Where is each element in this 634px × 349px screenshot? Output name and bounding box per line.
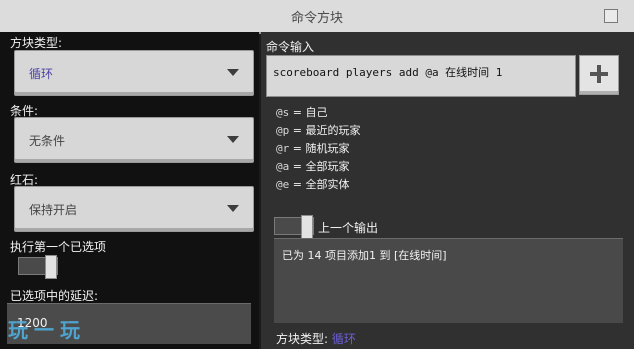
redstone-dropdown[interactable]: 保持开启: [14, 186, 254, 232]
selector-code: @a: [276, 160, 290, 173]
chevron-down-icon: [227, 136, 239, 143]
previous-output-text: 已为 14 项目添加1 到 [在线时间]: [282, 249, 447, 262]
add-button[interactable]: [579, 55, 619, 95]
execute-first-label: 执行第一个已选项: [10, 240, 107, 254]
selector-desc: 最近的玩家: [305, 124, 361, 137]
selector-sep: =: [289, 178, 306, 191]
chevron-down-icon: [227, 205, 239, 212]
close-button[interactable]: [604, 9, 618, 23]
condition-dropdown[interactable]: 无条件: [14, 117, 254, 163]
chevron-down-icon: [227, 69, 239, 76]
selector-desc: 全部实体: [305, 178, 350, 191]
selector-code: @s: [276, 106, 290, 119]
command-input-label: 命令输入: [266, 40, 315, 54]
selector-item: @s = 自己: [276, 104, 360, 122]
block-type-footer-label: 方块类型:: [276, 332, 329, 346]
condition-value: 无条件: [29, 134, 66, 148]
selector-item: @p = 最近的玩家: [276, 122, 360, 140]
toggle-knob: [301, 215, 313, 239]
selector-list: @s = 自己 @p = 最近的玩家 @r = 随机玩家 @a = 全部玩家 @…: [276, 104, 360, 194]
command-input[interactable]: scoreboard players add @a 在线时间 1: [266, 55, 576, 97]
selector-sep: =: [289, 160, 306, 173]
selector-item: @e = 全部实体: [276, 176, 360, 194]
toggle-knob: [45, 255, 57, 279]
block-type-footer-value: 循环: [331, 332, 356, 346]
previous-output-box: 已为 14 项目添加1 到 [在线时间]: [274, 238, 623, 323]
selector-code: @p: [276, 124, 290, 137]
command-text: scoreboard players add @a 在线时间 1: [273, 66, 503, 79]
selector-desc: 自己: [305, 106, 328, 119]
window-title: 命令方块: [290, 11, 343, 26]
selector-desc: 随机玩家: [305, 142, 350, 155]
selector-sep: =: [289, 124, 306, 137]
block-type-footer: 方块类型: 循环: [276, 330, 356, 347]
redstone-value: 保持开启: [29, 203, 78, 217]
delay-label: 已选项中的延迟:: [10, 289, 99, 303]
selector-sep: =: [289, 106, 306, 119]
site-watermark: 玩一玩: [8, 318, 86, 342]
selector-desc: 全部玩家: [305, 160, 350, 173]
block-type-value: 循环: [29, 67, 54, 81]
selector-item: @r = 随机玩家: [276, 140, 360, 158]
block-type-label: 方块类型:: [10, 36, 63, 50]
previous-output-label: 上一个输出: [318, 221, 379, 235]
execute-first-toggle[interactable]: [18, 255, 58, 279]
title-bar: 命令方块: [0, 0, 634, 34]
previous-output-toggle[interactable]: [274, 215, 314, 239]
selector-code: @e: [276, 178, 290, 191]
plus-icon-vertical: [597, 65, 601, 83]
selector-item: @a = 全部玩家: [276, 158, 360, 176]
selector-code: @r: [276, 142, 290, 155]
block-type-dropdown[interactable]: 循环: [14, 50, 254, 96]
selector-sep: =: [289, 142, 306, 155]
